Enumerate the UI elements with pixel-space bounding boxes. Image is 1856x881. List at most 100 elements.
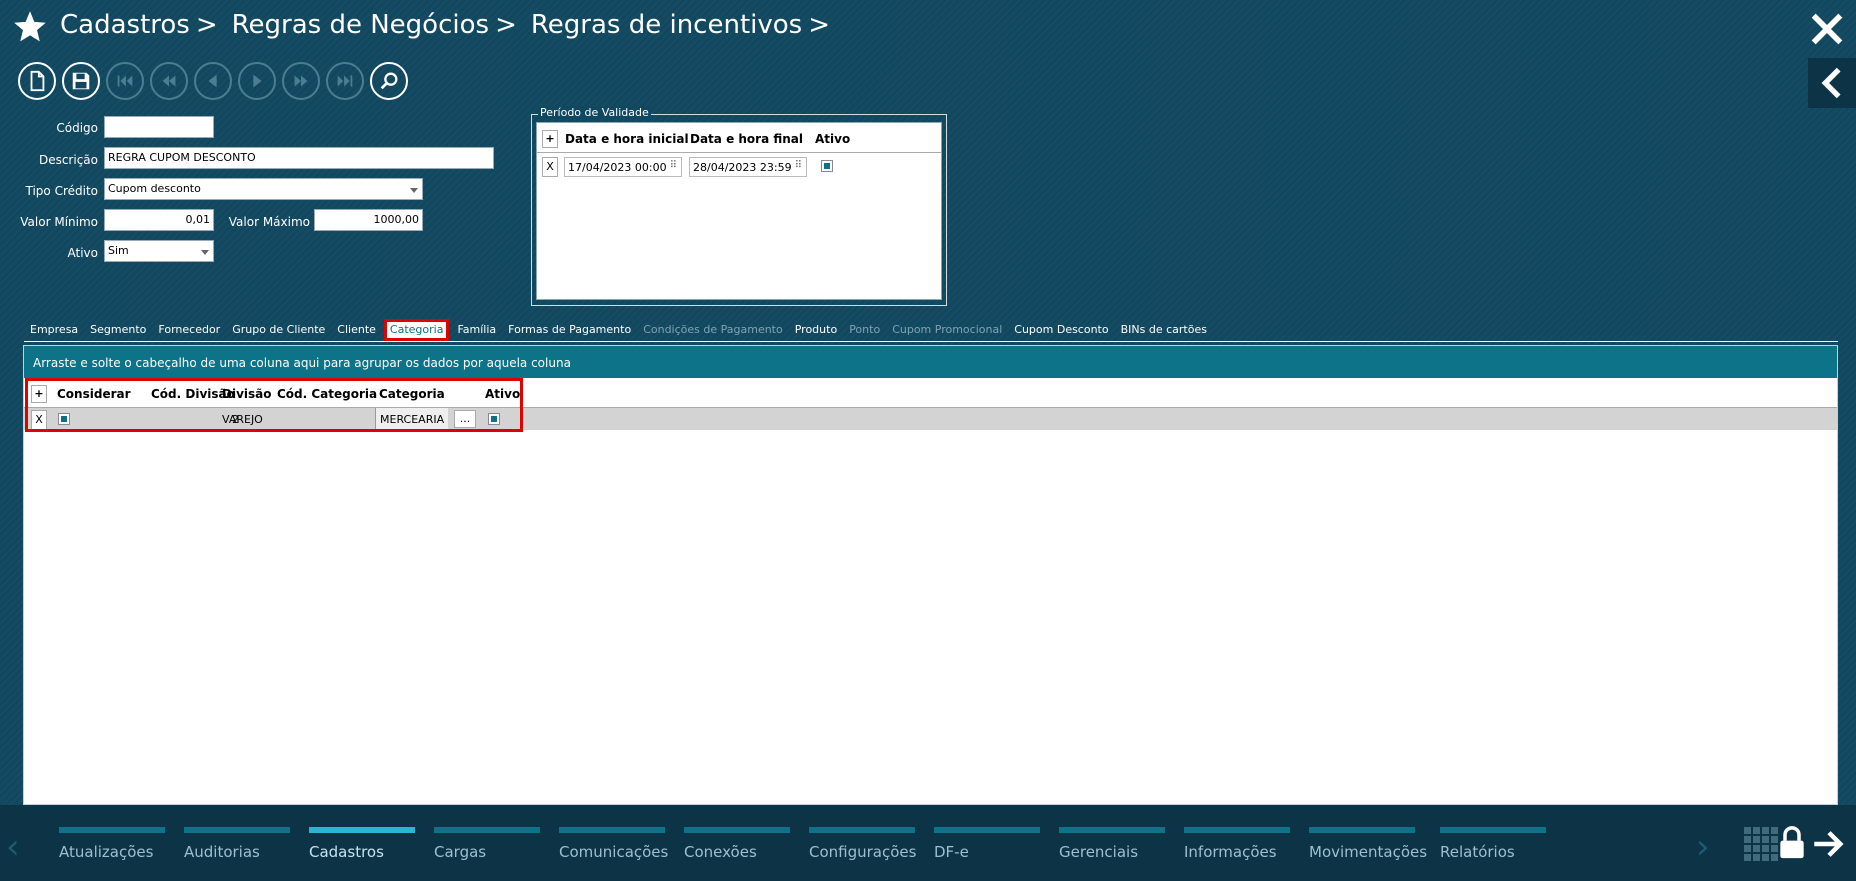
save-button[interactable] [62,62,100,100]
rewind-icon [162,75,176,87]
calendar-grid-icon[interactable]: ⠿ [670,160,677,171]
nav-item-atualizacoes[interactable]: Atualizações [59,827,165,861]
tab-divider [24,341,1838,342]
nav-item-movimentacoes[interactable]: Movimentações [1309,827,1427,861]
tipo-credito-label: Tipo Crédito [25,184,99,198]
nav-item-bar [434,827,540,833]
tab-condicoes-de-pagamento[interactable]: Condições de Pagamento [643,323,783,341]
nav-item-auditorias[interactable]: Auditorias [184,827,290,861]
dropdown-arrow-icon [201,250,209,255]
lock-icon[interactable] [1778,825,1806,861]
skip-first-icon [117,75,133,87]
logout-arrow-icon[interactable] [1812,827,1846,861]
next-record-button[interactable] [238,62,276,100]
delete-periodo-button[interactable]: X [542,157,558,177]
first-record-button[interactable] [106,62,144,100]
col-data-final[interactable]: Data e hora final [690,132,803,146]
close-icon[interactable] [1810,12,1844,46]
favorite-star-icon[interactable] [12,8,48,46]
skip-last-icon [337,75,353,87]
tab-segmento[interactable]: Segmento [90,323,146,341]
nav-item-bar [184,827,290,833]
calendar-grid-icon[interactable]: ⠿ [795,160,802,171]
chevron-right-icon: > [195,10,218,40]
data-final-input[interactable]: 28/04/2023 23:59 ⠿ [689,157,807,177]
nav-item-bar [1440,827,1546,833]
toolbar [18,62,408,100]
tab-formas-de-pagamento[interactable]: Formas de Pagamento [508,323,631,341]
tab-cliente[interactable]: Cliente [337,323,376,341]
add-periodo-button[interactable]: + [542,130,558,148]
nav-item-label: Configurações [809,843,917,861]
periodo-grid-header: + Data e hora inicial Data e hora final … [537,123,941,153]
dropdown-arrow-icon [410,188,418,193]
valor-maximo-label: Valor Máximo [228,215,310,229]
nav-item-gerenciais[interactable]: Gerenciais [1059,827,1165,861]
tipo-credito-value: Cupom desconto [108,182,201,195]
valor-maximo-input[interactable]: 1000,00 [314,209,423,231]
highlight-box [25,378,523,432]
tab-ponto[interactable]: Ponto [849,323,880,341]
nav-item-bar [59,827,165,833]
nav-item-comunicacoes[interactable]: Comunicações [559,827,669,861]
nav-item-bar [1309,827,1415,833]
nav-item-label: Comunicações [559,843,669,861]
last-record-button[interactable] [326,62,364,100]
grid-menu-icon[interactable] [1744,827,1780,863]
tab-bins-de-cartoes[interactable]: BINs de cartões [1121,323,1207,341]
ativo-select[interactable]: Sim [104,240,214,262]
tab-grupo-de-cliente[interactable]: Grupo de Cliente [232,323,325,341]
tipo-credito-select[interactable]: Cupom desconto [104,178,423,200]
next-page-button[interactable] [282,62,320,100]
nav-item-bar [309,827,415,833]
nav-prev-icon[interactable]: ‹ [6,827,20,867]
nav-item-informacoes[interactable]: Informações [1184,827,1290,861]
new-record-button[interactable] [18,62,56,100]
chevron-right-icon: > [808,10,830,40]
breadcrumb-item-regras-negocios[interactable]: Regras de Negócios [232,10,489,40]
breadcrumb-item-regras-incentivos[interactable]: Regras de incentivos [531,10,802,40]
search-icon [380,72,398,90]
nav-item-df-e[interactable]: DF-e [934,827,1040,861]
nav-item-relatorios[interactable]: Relatórios [1440,827,1546,861]
breadcrumb-item-cadastros[interactable]: Cadastros [60,10,190,40]
ativo-label: Ativo [67,246,98,260]
nav-item-cadastros[interactable]: Cadastros [309,827,415,861]
ativo-value: Sim [108,244,129,257]
nav-item-cargas[interactable]: Cargas [434,827,540,861]
new-document-icon [30,70,45,92]
nav-item-label: Cargas [434,843,487,861]
tab-categoria[interactable]: Categoria [383,319,450,341]
nav-item-configuracoes[interactable]: Configurações [809,827,917,861]
search-button[interactable] [370,62,408,100]
play-left-icon [208,74,217,88]
tab-cupom-promocional[interactable]: Cupom Promocional [892,323,1002,341]
col-ativo[interactable]: Ativo [815,132,850,146]
tab-cupom-desconto[interactable]: Cupom Desconto [1014,323,1108,341]
nav-item-label: DF-e [934,843,969,861]
periodo-ativo-checkbox[interactable] [821,160,833,172]
tab-produto[interactable]: Produto [795,323,837,341]
tab-fornecedor[interactable]: Fornecedor [158,323,220,341]
collapse-panel-button[interactable] [1808,58,1856,108]
descricao-input[interactable]: REGRA CUPOM DESCONTO [104,147,494,169]
nav-item-bar [684,827,790,833]
col-data-inicial[interactable]: Data e hora inicial [565,132,689,146]
valor-minimo-input[interactable]: 0,01 [104,209,214,231]
data-inicial-input[interactable]: 17/04/2023 00:00 ⠿ [564,157,682,177]
nav-item-label: Informações [1184,843,1277,861]
codigo-input[interactable] [104,116,214,138]
breadcrumb: Cadastros > Regras de Negócios > Regras … [60,10,844,40]
nav-item-label: Relatórios [1440,843,1515,861]
valor-minimo-label: Valor Mínimo [20,215,98,229]
nav-next-icon[interactable]: › [1696,827,1710,867]
nav-item-label: Gerenciais [1059,843,1139,861]
previous-page-button[interactable] [150,62,188,100]
nav-item-bar [559,827,665,833]
group-by-hint[interactable]: Arraste e solte o cabeçalho de uma colun… [24,346,1837,378]
tab-empresa[interactable]: Empresa [30,323,78,341]
nav-item-conexoes[interactable]: Conexões [684,827,790,861]
nav-item-bar [1184,827,1290,833]
tab-familia[interactable]: Família [457,323,496,341]
previous-record-button[interactable] [194,62,232,100]
